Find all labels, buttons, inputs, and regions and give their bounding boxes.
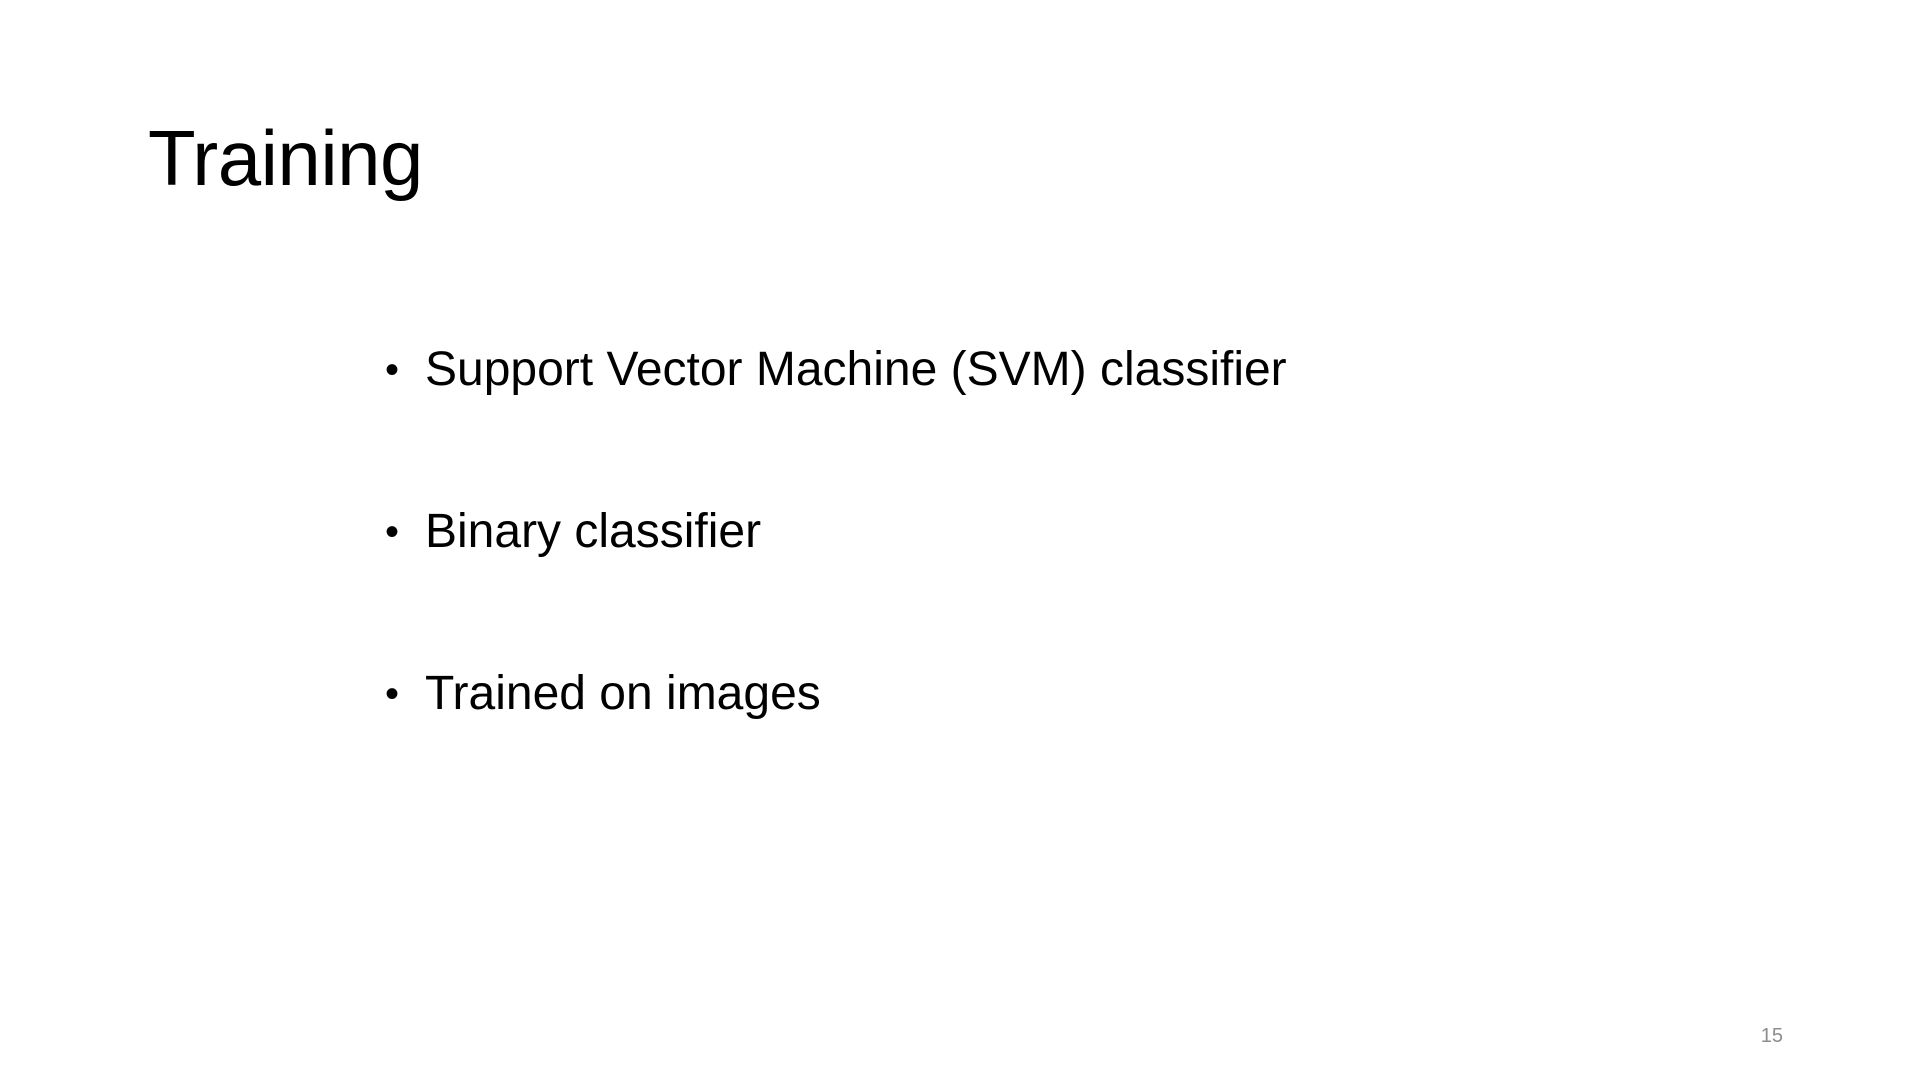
bullet-text: Support Vector Machine (SVM) classifier [425, 343, 1287, 396]
slide-title: Training [148, 114, 423, 202]
bullet-text: Trained on images [425, 667, 821, 720]
page-number: 15 [1760, 1025, 1783, 1047]
bullet-marker: • [385, 348, 400, 392]
slide: Training • Support Vector Machine (SVM) … [0, 0, 1920, 1080]
bullet-text: Binary classifier [425, 505, 762, 558]
bullet-marker: • [385, 672, 400, 716]
bullet-marker: • [385, 510, 400, 554]
